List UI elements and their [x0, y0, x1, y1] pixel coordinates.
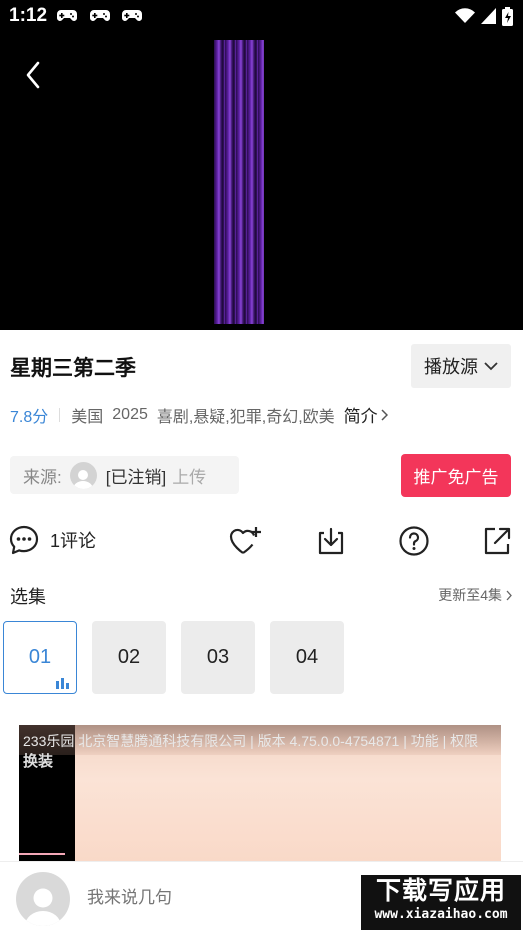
chevron-right-icon — [381, 408, 388, 421]
wifi-icon — [455, 8, 475, 23]
episode-item[interactable]: 02 — [92, 621, 166, 694]
watermark-title: 下载写应用 — [375, 876, 506, 905]
show-region: 美国 — [71, 408, 104, 426]
status-bar: 1:12 — [0, 0, 523, 32]
ad-banner[interactable]: 233乐园 北京智慧腾通科技有限公司 | 版本 4.75.0.0-4754871… — [19, 725, 501, 861]
show-meta: 7.8分 美国 2025 喜剧,悬疑,犯罪,奇幻,欧美 简介 — [10, 402, 388, 427]
status-time: 1:12 — [9, 5, 48, 26]
gamepad-icon — [90, 10, 110, 21]
download-icon — [318, 527, 344, 555]
episodes-update-link[interactable]: 更新至4集 — [438, 585, 512, 605]
episode-label: 02 — [117, 646, 141, 668]
watermark-url: www.xiazaihao.com — [374, 907, 508, 922]
source-select-button[interactable]: 播放源 — [411, 344, 511, 388]
user-icon — [73, 469, 94, 489]
back-button[interactable] — [16, 58, 50, 92]
chevron-left-icon — [26, 61, 40, 89]
comment-input[interactable] — [87, 888, 347, 908]
gamepad-icon — [122, 10, 142, 21]
playing-bars-icon — [56, 678, 69, 689]
episode-item[interactable]: 03 — [181, 621, 255, 694]
show-title: 星期三第二季 — [10, 357, 136, 380]
uploader-label: 来源: — [23, 467, 62, 487]
uploader-action: 上传 — [172, 467, 207, 487]
video-detail-screen: 1:12 星期三第二季 播放源 7.8分 美国 2025 喜剧,悬疑,犯罪,奇幻… — [0, 0, 523, 931]
user-icon — [25, 888, 61, 926]
episode-item[interactable]: 01 — [3, 621, 77, 694]
show-year: 2025 — [112, 405, 148, 423]
video-player[interactable]: 1:12 — [0, 0, 523, 330]
comment-bar: 下载写应用 www.xiazaihao.com — [0, 861, 523, 931]
episode-label: 01 — [28, 646, 52, 668]
intro-link[interactable]: 简介 — [344, 402, 388, 427]
share-button[interactable] — [480, 524, 514, 558]
share-icon — [484, 527, 511, 555]
comment-button[interactable]: 1评论 — [8, 524, 96, 556]
source-select-label: 播放源 — [424, 357, 478, 377]
ad-sub-text: 换装 — [23, 753, 54, 770]
intro-label: 简介 — [343, 407, 378, 426]
avatar[interactable] — [16, 872, 70, 926]
episodes-title: 选集 — [10, 587, 46, 607]
video-frame — [214, 40, 264, 324]
episode-label: 03 — [206, 646, 230, 668]
comment-icon — [9, 525, 39, 555]
help-button[interactable] — [397, 524, 431, 558]
download-button[interactable] — [314, 524, 348, 558]
show-genres: 喜剧,悬疑,犯罪,奇幻,欧美 — [156, 408, 335, 426]
chevron-down-icon — [484, 361, 498, 370]
comment-count: 1评论 — [50, 531, 97, 551]
question-icon — [399, 526, 429, 556]
divider — [59, 407, 61, 422]
uploader-avatar — [69, 461, 97, 489]
show-score: 7.8分 — [10, 408, 49, 426]
signal-icon — [481, 8, 496, 24]
site-watermark: 下载写应用 www.xiazaihao.com — [361, 875, 521, 930]
episode-label: 04 — [295, 646, 319, 668]
chevron-right-icon — [506, 590, 512, 600]
episode-list: 01 02 03 04 — [3, 621, 344, 694]
battery-charging-icon — [502, 6, 513, 26]
gamepad-icon — [57, 10, 77, 21]
uploader-name: [已注销] — [105, 467, 167, 487]
favorite-button[interactable] — [228, 524, 262, 558]
episodes-update-label: 更新至4集 — [438, 587, 502, 603]
heart-plus-icon — [229, 527, 261, 554]
episode-item[interactable]: 04 — [270, 621, 344, 694]
system-icons — [455, 6, 513, 26]
ad-header-text: 233乐园 北京智慧腾通科技有限公司 | 版本 4.75.0.0-4754871… — [23, 733, 479, 749]
ad-free-button[interactable]: 推广免广告 — [401, 454, 511, 497]
ad-decoration — [19, 853, 65, 861]
uploader-info[interactable]: 来源: [已注销] 上传 — [10, 456, 239, 494]
